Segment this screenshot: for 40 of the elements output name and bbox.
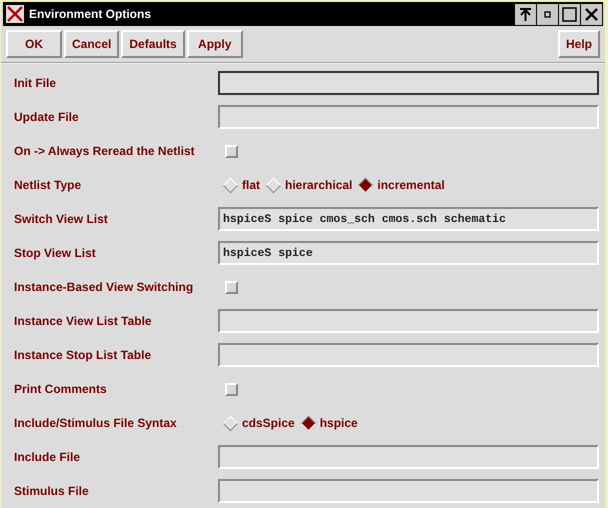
radio-option[interactable]: hspice xyxy=(300,416,358,430)
text-field[interactable] xyxy=(218,479,599,503)
text-field[interactable]: hspiceS spice cmos_sch cmos.sch schematic xyxy=(218,207,599,231)
x-logo-icon[interactable] xyxy=(6,5,24,23)
text-field[interactable] xyxy=(218,71,599,95)
field-label: Print Comments xyxy=(14,382,108,396)
field-label: Stop View List xyxy=(14,246,97,260)
minimize-icon[interactable] xyxy=(537,4,558,24)
text-field[interactable] xyxy=(218,445,599,469)
radio-option[interactable]: incremental xyxy=(357,178,445,192)
field-label: Update File xyxy=(14,110,80,124)
field-label: Switch View List xyxy=(14,212,109,226)
help-button[interactable]: Help xyxy=(558,30,600,58)
dialog-button[interactable]: Apply xyxy=(186,30,243,58)
text-field[interactable] xyxy=(218,343,599,367)
dialog-button[interactable]: Cancel xyxy=(64,30,120,58)
text-field[interactable] xyxy=(218,309,599,333)
maximize-icon[interactable] xyxy=(559,4,580,24)
field-label: On -> Always Reread the Netlist xyxy=(14,144,196,158)
checkbox[interactable] xyxy=(225,144,238,158)
radio-option[interactable]: hierarchical xyxy=(265,178,352,192)
field-label: Include/Stimulus File Syntax xyxy=(14,416,178,430)
field-label: Instance Stop List Table xyxy=(14,348,152,362)
close-icon[interactable] xyxy=(581,4,602,24)
dialog-button[interactable]: OK xyxy=(6,30,62,58)
window-title: Environment Options xyxy=(28,7,152,21)
field-label: Init File xyxy=(14,76,57,90)
field-label: Instance-Based View Switching xyxy=(14,280,194,294)
text-field[interactable]: hspiceS spice xyxy=(218,241,599,265)
field-label: Stimulus File xyxy=(14,484,90,498)
checkbox[interactable] xyxy=(225,280,238,294)
field-label: Instance View List Table xyxy=(14,314,153,328)
pin-icon[interactable] xyxy=(515,4,536,24)
radio-option[interactable]: flat xyxy=(222,178,260,192)
radio-option[interactable]: cdsSpice xyxy=(222,416,295,430)
dialog-button[interactable]: Defaults xyxy=(121,30,185,58)
field-label: Netlist Type xyxy=(14,178,82,192)
checkbox[interactable] xyxy=(225,382,238,396)
text-field[interactable] xyxy=(218,105,599,129)
field-label: Include File xyxy=(14,450,82,464)
